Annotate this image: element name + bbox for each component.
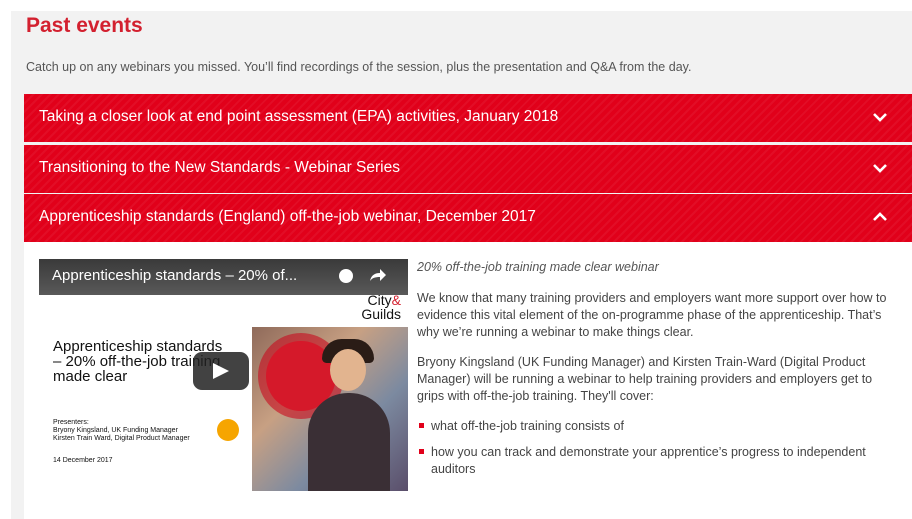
list-item: what off-the-job training consists of (417, 418, 897, 435)
accordion-item-new-standards[interactable]: Transitioning to the New Standards - Web… (24, 145, 912, 193)
accordion-item-epa-activities[interactable]: Taking a closer look at end point assess… (24, 94, 912, 142)
accordion-label: Transitioning to the New Standards - Web… (39, 159, 400, 176)
webinar-details: 20% off-the-job training made clear webi… (417, 259, 897, 487)
presenter-photo (252, 327, 408, 491)
accordion-label: Apprenticeship standards (England) off-t… (39, 208, 536, 225)
video-player[interactable]: Apprenticeship standards – 20% off-the-j… (39, 259, 408, 491)
chevron-up-icon (873, 212, 887, 221)
webinar-subtitle: 20% off-the-job training made clear webi… (417, 260, 659, 274)
video-title-bar: Apprenticeship standards – 20% of... (39, 259, 408, 295)
accordion-content: Apprenticeship standards – 20% off-the-j… (24, 242, 912, 519)
intro-text: Catch up on any webinars you missed. You… (26, 60, 692, 74)
city-guilds-logo: City& Guilds (361, 292, 401, 322)
accordion-item-off-the-job-webinar[interactable]: Apprenticeship standards (England) off-t… (24, 194, 912, 242)
page-title: Past events (26, 14, 143, 37)
webinar-presenters-text: Bryony Kingsland (UK Funding Manager) an… (417, 355, 873, 403)
slide-date: 14 December 2017 (53, 457, 113, 464)
video-title[interactable]: Apprenticeship standards – 20% of... (52, 267, 297, 284)
topics-list: what off-the-job training consists of ho… (417, 418, 897, 478)
webinar-description: We know that many training providers and… (417, 291, 887, 339)
accordion-label: Taking a closer look at end point assess… (39, 108, 559, 125)
watch-later-icon[interactable] (339, 269, 353, 283)
share-icon[interactable] (369, 267, 387, 283)
chevron-down-icon (873, 113, 887, 122)
play-button[interactable] (193, 352, 249, 390)
chevron-down-icon (873, 164, 887, 173)
play-icon (213, 363, 229, 379)
decorative-dot (217, 419, 239, 441)
list-item: how you can track and demonstrate your a… (417, 444, 897, 478)
